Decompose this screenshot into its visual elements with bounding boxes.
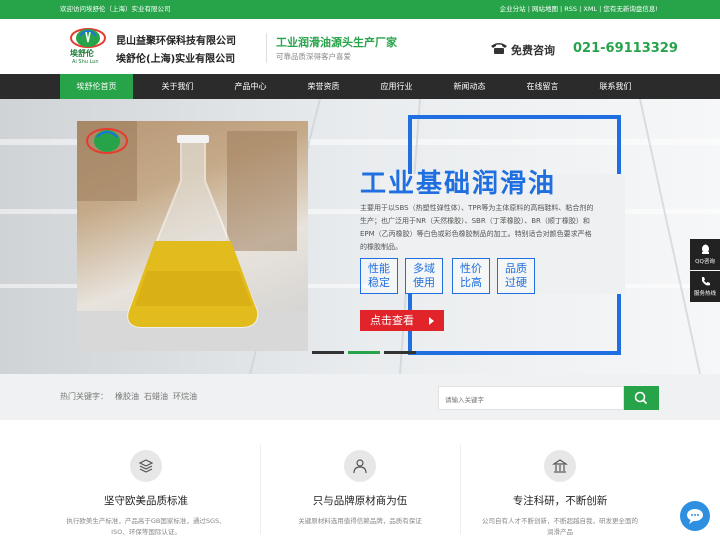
nav-item-message[interactable]: 在线留言 [506,74,579,99]
building-icon [552,459,568,473]
banner-title: 工业基础润滑油 [360,169,557,199]
company-name-1: 昆山益聚环保科技有限公司 [116,36,236,47]
feature-value: 性价 比高 [452,258,490,294]
feature-l1: 性价 [460,262,482,275]
phone-number: 021-69113329 [573,41,678,56]
feature-icon-wrap [344,450,376,482]
logo[interactable]: 埃舒伦 Ai Shu Lun [66,26,110,70]
consult-label: 免费咨询 [511,44,555,57]
feature-l2: 使用 [413,276,435,289]
layers-icon [138,459,154,473]
top-links[interactable]: 企业分站 | 网站地图 | RSS | XML | 您有无新询盘信息! [500,0,658,19]
logo-sub: Ai Shu Lun [72,59,99,65]
nav-item-products[interactable]: 产品中心 [214,74,287,99]
feature-l2: 过硬 [505,276,527,289]
search-input[interactable] [439,389,619,411]
nav-item-honors[interactable]: 荣誉资质 [287,74,360,99]
search-button[interactable] [624,386,659,410]
welcome-text: 欢迎访问埃舒伦（上海）实业有限公司 [60,5,171,13]
view-more-button[interactable]: 点击查看 [360,310,444,331]
qq-consult-button[interactable]: QQ咨询 [690,239,720,270]
product-photo [77,121,308,351]
feature-desc: 关键原材料选用值得信赖品牌，品质有保证 [298,517,422,525]
feature-desc: 公司自有人才不断创新，不断超越自我，研发更全面的润滑产品 [482,517,638,536]
keyword-link[interactable]: 环烷油 [173,391,197,402]
chat-button[interactable] [680,501,710,531]
view-more-label: 点击查看 [370,314,414,327]
feature-title: 只与品牌原材商为伍 [312,495,408,507]
nav-item-contact[interactable]: 联系我们 [579,74,652,99]
hotline-button[interactable]: 服务热线 [690,271,720,302]
feature-l2: 比高 [460,276,482,289]
nav-item-home[interactable]: 埃舒伦首页 [60,74,133,99]
logo-icon [70,28,106,48]
search-box [438,386,624,411]
feature-l1: 多域 [413,262,435,275]
telephone-icon [491,43,507,54]
feature-title: 坚守欧美品质标准 [104,495,188,507]
slogan-sub: 可靠品质深得客户喜爱 [276,52,351,61]
user-icon [353,459,367,474]
flask-image [77,121,308,351]
feature-title: 专注科研，不断创新 [512,495,608,507]
search-bar: 热门关键字： 橡胶油 石蜡油 环烷油 [0,374,720,420]
nav-item-industries[interactable]: 应用行业 [360,74,433,99]
qq-label: QQ咨询 [695,259,715,265]
slide-dot-1[interactable] [312,351,344,354]
keyword-link[interactable]: 橡胶油 [115,391,139,402]
hot-keywords-label: 热门关键字： [60,392,108,401]
feature-column-2: 只与品牌原材商为伍 关键原材料选用值得信赖品牌，品质有保证 [260,420,460,540]
feature-l2: 稳定 [368,276,390,289]
feature-icon-wrap [544,450,576,482]
phone-icon [701,277,710,286]
feature-l1: 品质 [505,262,527,275]
feature-desc: 执行欧美生产标准，产品高于GB国家标准，通过SGS、ISO、环保等国际认证。 [66,517,226,536]
nav-item-about[interactable]: 关于我们 [141,74,214,99]
feature-stable: 性能 稳定 [360,258,398,294]
header-divider [266,33,267,63]
hotline-label: 服务热线 [693,291,716,297]
feature-l1: 性能 [368,262,390,275]
slide-dot-2[interactable] [348,351,380,354]
feature-multi-use: 多域 使用 [405,258,443,294]
qq-icon [701,244,709,254]
logo-text: 埃舒伦 [70,49,94,58]
nav-item-news[interactable]: 新闻动态 [433,74,506,99]
header: 埃舒伦 Ai Shu Lun 昆山益聚环保科技有限公司 埃舒伦(上海)实业有限公… [0,19,720,74]
play-arrow-icon [429,317,434,325]
chat-bubble-icon [687,509,703,524]
feature-icon-wrap [130,450,162,482]
feature-column-3: 专注科研，不断创新 公司自有人才不断创新，不断超越自我，研发更全面的润滑产品 [460,420,660,540]
feature-quality: 品质 过硬 [497,258,535,294]
slogan: 工业润滑油源头生产厂家 [276,36,397,49]
hero-banner[interactable]: 工业基础润滑油 主要用于以SBS（热塑性弹性体）、TPR等为主体原料的高档鞋料、… [0,99,720,374]
slide-dot-3[interactable] [384,351,416,354]
feature-column-1: 坚守欧美品质标准 执行欧美生产标准，产品高于GB国家标准，通过SGS、ISO、环… [46,420,246,540]
main-nav: 埃舒伦首页 关于我们 产品中心 荣誉资质 应用行业 新闻动态 在线留言 联系我们 [0,74,720,99]
search-icon [634,391,648,405]
company-name-2: 埃舒伦(上海)实业有限公司 [116,54,236,65]
top-bar: 欢迎访问埃舒伦（上海）实业有限公司 企业分站 | 网站地图 | RSS | XM… [0,0,720,19]
banner-description: 主要用于以SBS（热塑性弹性体）、TPR等为主体原料的高档鞋料、粘合剂的生产；也… [360,204,594,251]
keyword-link[interactable]: 石蜡油 [144,391,168,402]
